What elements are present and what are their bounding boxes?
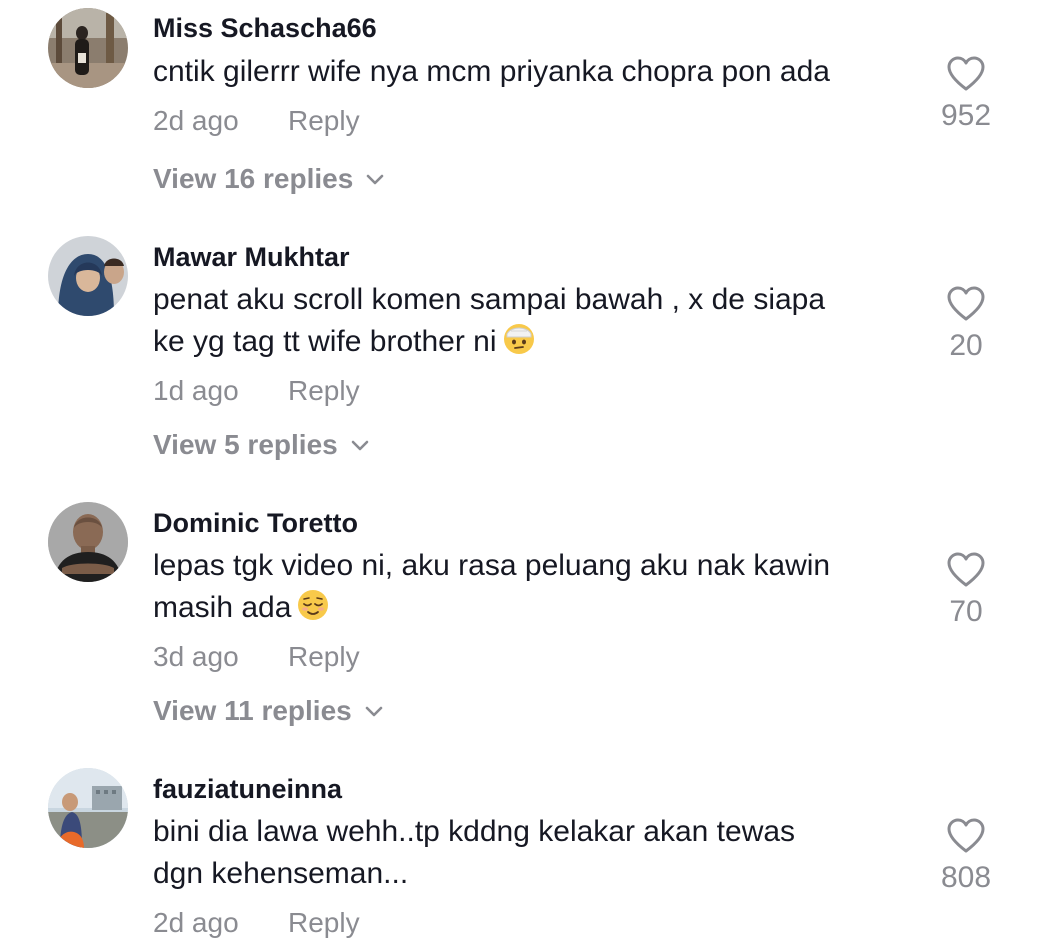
- face-with-head-bandage-emoji: [503, 323, 535, 367]
- like-count: 70: [949, 595, 983, 628]
- avatar[interactable]: [48, 8, 128, 88]
- view-replies-button[interactable]: View 5 replies: [153, 426, 370, 462]
- comment-text-line-2: dgn kehenseman...: [153, 857, 409, 890]
- heart-outline-icon[interactable]: [947, 818, 985, 854]
- view-replies-label: View 11 replies: [153, 695, 352, 726]
- heart-outline-icon[interactable]: [947, 552, 985, 588]
- like-count: 20: [949, 329, 983, 362]
- heart-outline-icon[interactable]: [947, 56, 985, 92]
- comment-meta: 2d ago Reply: [153, 906, 360, 940]
- heart-outline-icon[interactable]: [947, 286, 985, 322]
- relieved-face-emoji: [297, 589, 329, 633]
- comment-text: penat aku scroll komen sampai bawah , x …: [153, 279, 913, 367]
- reply-button[interactable]: Reply: [288, 640, 360, 674]
- comment-timestamp: 2d ago: [153, 105, 239, 136]
- view-replies-label: View 5 replies: [153, 429, 338, 460]
- comment-username[interactable]: Dominic Toretto: [153, 507, 358, 539]
- avatar[interactable]: [48, 236, 128, 316]
- reply-button[interactable]: Reply: [288, 374, 360, 408]
- view-replies-button[interactable]: View 11 replies: [153, 692, 384, 728]
- comment-username[interactable]: fauziatuneinna: [153, 773, 342, 805]
- like-group: 70: [930, 552, 1002, 630]
- reply-button[interactable]: Reply: [288, 906, 360, 940]
- comment-text-line: lepas tgk video ni, aku rasa peluang aku…: [153, 549, 831, 582]
- avatar[interactable]: [48, 502, 128, 582]
- like-count: 808: [940, 861, 992, 894]
- comment-text-line-2: ke yg tag tt wife brother ni: [153, 321, 913, 367]
- comment-text-line-content: ke yg tag tt wife brother ni: [153, 325, 497, 358]
- reply-button[interactable]: Reply: [288, 104, 360, 138]
- like-group: 20: [930, 286, 1002, 364]
- comment-text: cntik gilerrr wife nya mcm priyanka chop…: [153, 55, 830, 88]
- comment-text-line-content: masih ada: [153, 591, 292, 624]
- comment-timestamp: 3d ago: [153, 641, 239, 672]
- comment-timestamp: 1d ago: [153, 375, 239, 406]
- view-replies-label: View 16 replies: [153, 163, 354, 194]
- comment-timestamp: 2d ago: [153, 907, 239, 938]
- comment-username[interactable]: Mawar Mukhtar: [153, 241, 350, 273]
- comment-meta: 2d ago Reply: [153, 104, 360, 138]
- comment-meta: 1d ago Reply: [153, 374, 360, 408]
- chevron-down-icon: [364, 692, 384, 726]
- comment-meta: 3d ago Reply: [153, 640, 360, 674]
- comment-text-line: bini dia lawa wehh..tp kddng kelakar aka…: [153, 815, 796, 848]
- view-replies-button[interactable]: View 16 replies: [153, 160, 385, 196]
- comment-text: bini dia lawa wehh..tp kddng kelakar aka…: [153, 811, 913, 895]
- comment-username[interactable]: Miss Schascha66: [153, 12, 377, 44]
- comment-text-line-2: masih ada: [153, 587, 913, 633]
- avatar[interactable]: [48, 768, 128, 848]
- comment-text-line: penat aku scroll komen sampai bawah , x …: [153, 283, 826, 316]
- comment-text: lepas tgk video ni, aku rasa peluang aku…: [153, 545, 913, 633]
- chevron-down-icon: [350, 426, 370, 460]
- like-group: 808: [930, 818, 1002, 896]
- chevron-down-icon: [365, 160, 385, 194]
- like-group: 952: [930, 56, 1002, 134]
- like-count: 952: [940, 99, 992, 132]
